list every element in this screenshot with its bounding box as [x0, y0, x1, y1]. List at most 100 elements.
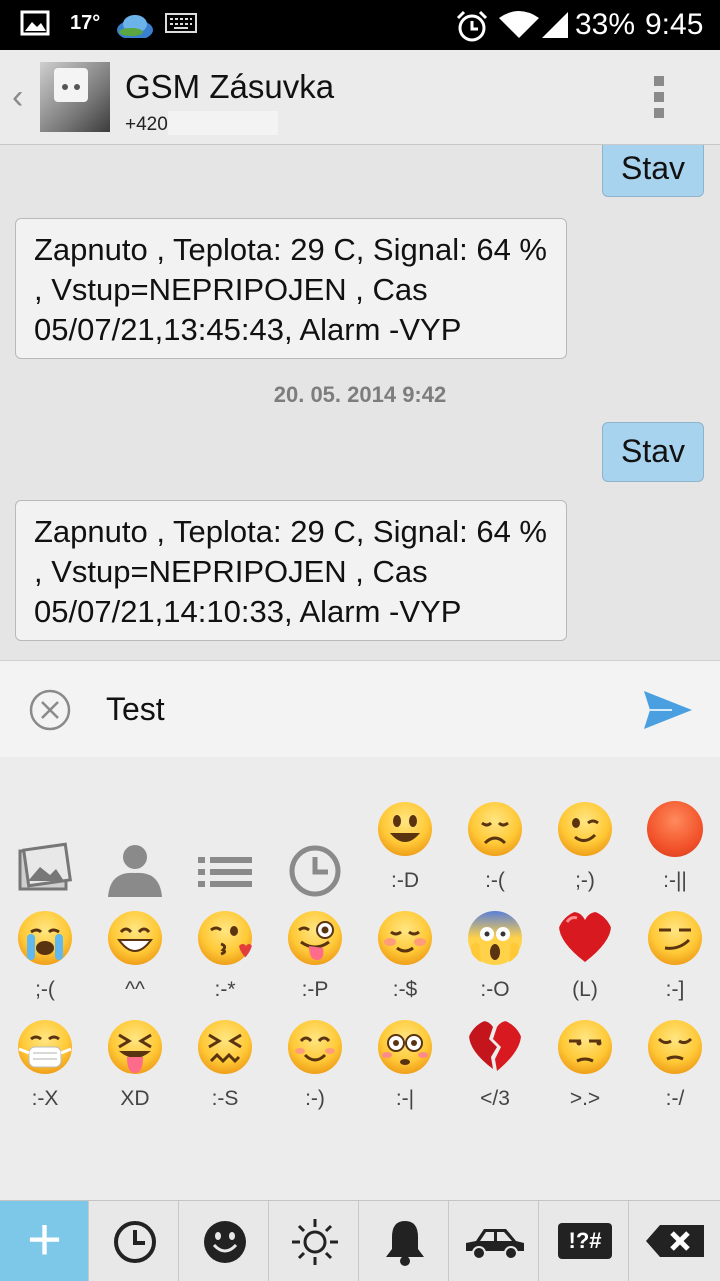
- unamused-emoji-icon: [558, 1020, 612, 1074]
- blush-emoji-icon: [378, 911, 432, 965]
- emoji-shortcut-label: ;-): [575, 869, 595, 892]
- emoji-smile[interactable]: :-D: [360, 801, 450, 911]
- tab-symbols[interactable]: !?#: [540, 1201, 629, 1281]
- emoji-angry[interactable]: :-||: [630, 801, 720, 911]
- confounded-emoji-icon: [198, 1020, 252, 1074]
- flushed-emoji-icon: [378, 1020, 432, 1074]
- sent-message-bubble[interactable]: Stav: [602, 422, 704, 482]
- car-tab-icon: [466, 1229, 524, 1260]
- emoji-shortcut-label: ^^: [125, 978, 145, 1001]
- emoji-shortcut-label: </3: [480, 1087, 510, 1110]
- emoji-pensive[interactable]: :-/: [630, 1019, 720, 1129]
- list-icon: [198, 857, 252, 887]
- smirk-emoji-icon: [648, 911, 702, 965]
- emoji-heart[interactable]: (L): [540, 910, 630, 1020]
- recent-button[interactable]: [270, 801, 360, 911]
- tab-recent[interactable]: [90, 1201, 179, 1281]
- gallery-icon: [18, 842, 72, 891]
- emoji-scream[interactable]: :-O: [450, 910, 540, 1020]
- tab-objects[interactable]: [360, 1201, 449, 1281]
- emoji-panel: :-D :-( ;-) :-|| ;-( ^^ :-* :-P :-$ :-O …: [0, 757, 720, 1200]
- emoji-shortcut-label: :-X: [31, 1087, 59, 1110]
- happy-emoji-icon: [288, 1020, 342, 1074]
- symbols-tab-icon: !?#: [558, 1223, 612, 1259]
- weather-icon: [117, 15, 153, 38]
- received-message-bubble[interactable]: Zapnuto , Teplota: 29 C, Signal: 64 % , …: [15, 218, 567, 359]
- tab-smileys[interactable]: [180, 1201, 269, 1281]
- conversation-header: ‹ GSM Zásuvka +420: [0, 50, 720, 145]
- grin-emoji-icon: [108, 911, 162, 965]
- tab-add[interactable]: +: [0, 1201, 89, 1281]
- angry-emoji-icon: [647, 801, 703, 857]
- message-timestamp: 20. 05. 2014 9:42: [273, 382, 447, 407]
- emoji-shortcut-label: :-||: [663, 869, 687, 892]
- emoji-shortcut-label: :-(: [485, 869, 505, 892]
- list-button[interactable]: [180, 801, 270, 911]
- battery-text: 33%: [575, 8, 636, 41]
- emoji-mask[interactable]: :-X: [0, 1019, 90, 1129]
- emoji-unamused[interactable]: >.>: [540, 1019, 630, 1129]
- emoji-shortcut-label: :-/: [665, 1087, 685, 1110]
- emoji-shortcut-label: XD: [120, 1087, 150, 1110]
- sent-message-bubble[interactable]: Stav: [602, 145, 704, 197]
- received-message-bubble[interactable]: Zapnuto , Teplota: 29 C, Signal: 64 % , …: [15, 500, 567, 641]
- emoji-squint-tongue[interactable]: XD: [90, 1019, 180, 1129]
- clock-tab-icon: [114, 1221, 156, 1263]
- squint-tongue-emoji-icon: [108, 1020, 162, 1074]
- emoji-shortcut-label: >.>: [569, 1087, 601, 1110]
- clear-icon[interactable]: [28, 688, 72, 732]
- crying-emoji-icon: [18, 911, 72, 965]
- emoji-blush[interactable]: :-$: [360, 910, 450, 1020]
- contact-icon: [108, 845, 162, 897]
- contact-phone: +420: [125, 114, 168, 135]
- emoji-grin[interactable]: ^^: [90, 910, 180, 1020]
- message-list[interactable]: Stav Zapnuto , Teplota: 29 C, Signal: 64…: [0, 145, 720, 660]
- tab-backspace[interactable]: [630, 1201, 719, 1281]
- gallery-notification-icon: [20, 10, 50, 36]
- gallery-button[interactable]: [0, 801, 90, 911]
- emoji-sad[interactable]: :-(: [450, 801, 540, 911]
- emoji-kiss[interactable]: :-*: [180, 910, 270, 1020]
- emoji-shortcut-label: :-): [305, 1087, 325, 1110]
- scream-emoji-icon: [468, 911, 522, 965]
- emoji-shortcut-label: :-P: [301, 978, 329, 1001]
- clock-text: 9:45: [645, 8, 704, 41]
- wifi-icon: [499, 11, 539, 38]
- contact-avatar[interactable]: [40, 62, 110, 132]
- tab-places[interactable]: [450, 1201, 539, 1281]
- message-input[interactable]: [106, 687, 606, 731]
- tab-nature[interactable]: [270, 1201, 359, 1281]
- contact-button[interactable]: [90, 801, 180, 911]
- compose-bar: [0, 660, 720, 758]
- sun-tab-icon: [292, 1219, 338, 1265]
- emoji-shortcut-label: :-*: [214, 978, 236, 1001]
- send-icon[interactable]: [642, 689, 694, 731]
- smiley-tab-icon: [204, 1221, 246, 1263]
- emoji-shortcut-label: :-$: [392, 978, 418, 1001]
- emoji-shortcut-label: :-S: [211, 1087, 239, 1110]
- kiss-emoji-icon: [198, 911, 252, 965]
- emoji-category-tabs: + !?#: [0, 1200, 720, 1281]
- signal-icon: [542, 12, 568, 38]
- emoji-shortcut-label: (L): [572, 978, 598, 1001]
- emoji-shortcut-label: :-]: [665, 978, 685, 1001]
- emoji-happy[interactable]: :-): [270, 1019, 360, 1129]
- emoji-shortcut-label: :-D: [391, 869, 419, 892]
- emoji-smirk[interactable]: :-]: [630, 910, 720, 1020]
- emoji-wink[interactable]: ;-): [540, 801, 630, 911]
- clock-icon: [289, 845, 341, 897]
- back-chevron-icon[interactable]: ‹: [12, 78, 23, 117]
- emoji-tongue[interactable]: :-P: [270, 910, 360, 1020]
- sad-emoji-icon: [468, 802, 522, 856]
- emoji-confounded[interactable]: :-S: [180, 1019, 270, 1129]
- broken-heart-emoji-icon: [469, 1021, 521, 1071]
- overflow-menu-icon[interactable]: [654, 76, 668, 120]
- emoji-shortcut-label: :-O: [480, 978, 510, 1001]
- emoji-crying[interactable]: ;-(: [0, 910, 90, 1020]
- contact-name: GSM Zásuvka: [125, 68, 335, 105]
- pensive-emoji-icon: [648, 1020, 702, 1074]
- status-bar: 17° 33% 9:45: [0, 0, 720, 50]
- emoji-flushed[interactable]: :-|: [360, 1019, 450, 1129]
- emoji-broken-heart[interactable]: </3: [450, 1019, 540, 1129]
- bell-tab-icon: [386, 1221, 424, 1266]
